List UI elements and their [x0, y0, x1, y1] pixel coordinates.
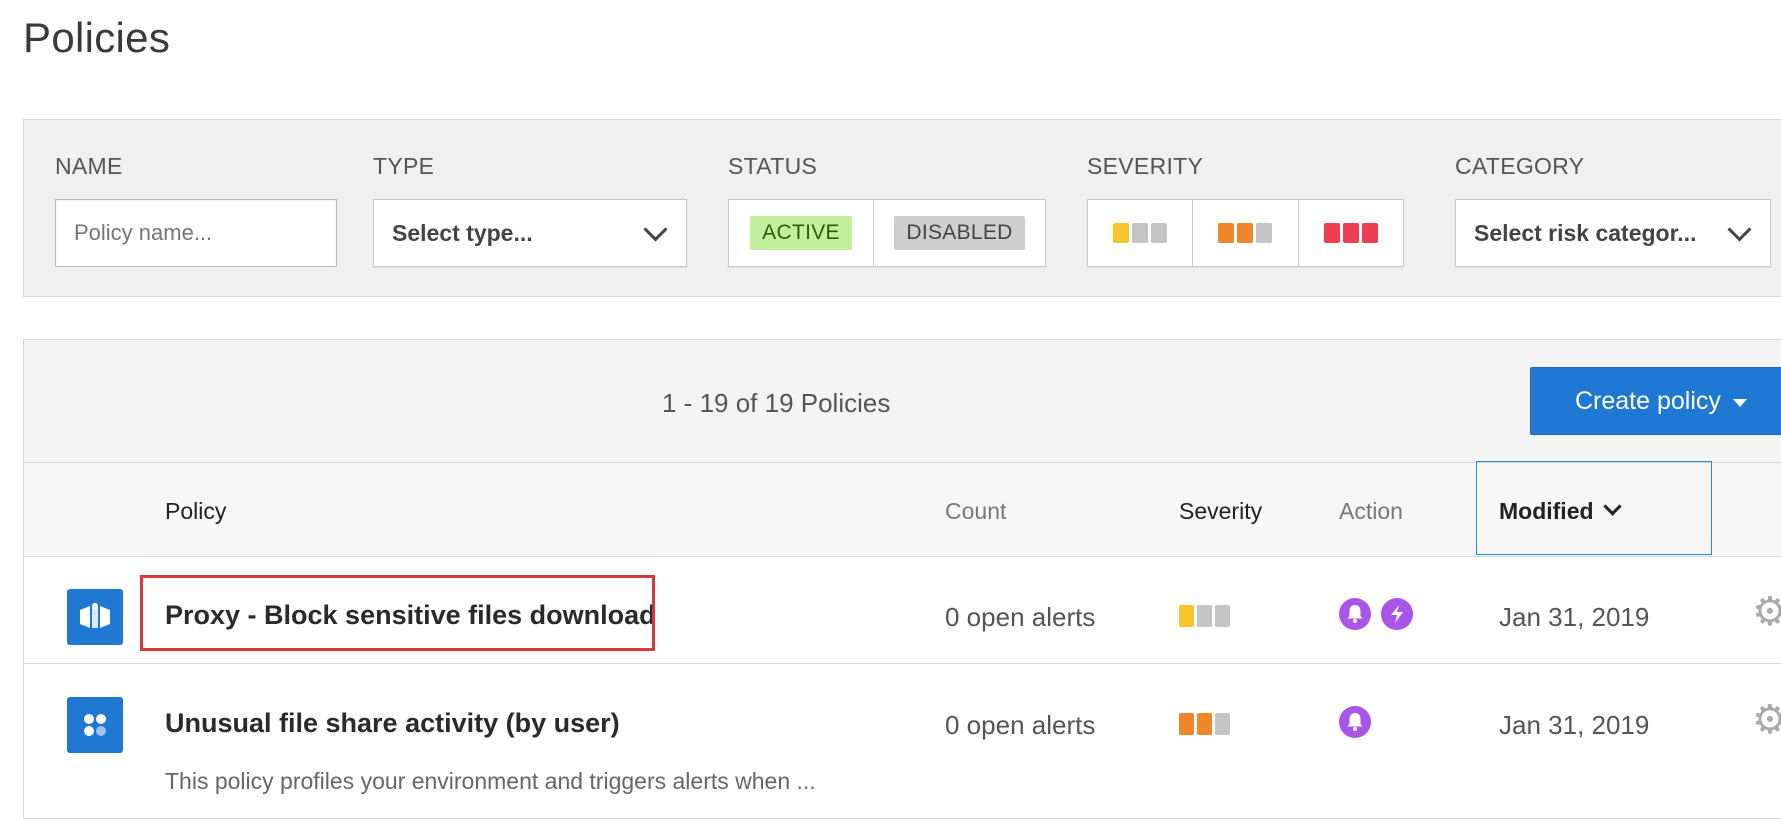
severity-high-toggle[interactable] [1299, 200, 1403, 266]
type-filter-label: TYPE [373, 153, 435, 179]
alert-bell-icon [1339, 706, 1371, 738]
column-count[interactable]: Count [945, 498, 1006, 525]
alert-bell-icon [1339, 598, 1371, 630]
column-severity[interactable]: Severity [1179, 498, 1262, 525]
column-modified[interactable]: Modified [1499, 497, 1622, 525]
type-select-value: Select type... [392, 219, 533, 246]
category-filter-label: CATEGORY [1455, 153, 1585, 179]
category-select-value: Select risk categor... [1474, 219, 1697, 246]
policy-name-input[interactable] [55, 199, 337, 267]
severity-medium-icon [1179, 713, 1230, 735]
severity-low-icon [1179, 605, 1230, 627]
row-divider [24, 663, 1781, 664]
severity-filter-label: SEVERITY [1087, 153, 1204, 179]
create-policy-label: Create policy [1575, 386, 1721, 415]
type-select[interactable]: Select type... [373, 199, 687, 267]
severity-low-toggle[interactable] [1088, 200, 1194, 266]
highlight-box [140, 575, 655, 651]
status-filter-label: STATUS [728, 153, 818, 179]
row-modified-date: Jan 31, 2019 [1499, 602, 1650, 632]
severity-low-icon [1113, 223, 1168, 243]
chevron-down-icon [643, 216, 668, 242]
caret-down-icon [1732, 398, 1747, 407]
severity-high-icon [1323, 223, 1378, 243]
table-toolbar [24, 340, 1781, 463]
severity-toggle-group [1087, 199, 1404, 267]
create-policy-button[interactable]: Create policy [1530, 367, 1781, 435]
status-toggle-group: ACTIVE DISABLED [728, 199, 1046, 267]
disabled-pill: DISABLED [894, 216, 1025, 250]
chevron-down-icon [1727, 216, 1752, 242]
active-pill: ACTIVE [750, 216, 852, 250]
severity-medium-icon [1218, 223, 1273, 243]
policy-name-link[interactable]: Unusual file share activity (by user) [165, 708, 620, 739]
results-count: 1 - 19 of 19 Policies [662, 388, 891, 418]
gear-icon[interactable]: ⚙ [1752, 700, 1781, 740]
page-title: Policies [23, 14, 171, 61]
severity-medium-toggle[interactable] [1193, 200, 1299, 266]
category-select[interactable]: Select risk categor... [1455, 199, 1771, 267]
row-count[interactable]: 0 open alerts [945, 602, 1095, 633]
column-action[interactable]: Action [1339, 498, 1403, 525]
status-disabled-toggle[interactable]: DISABLED [874, 200, 1045, 266]
policy-description: This policy profiles your environment an… [165, 768, 816, 794]
gear-icon[interactable]: ⚙ [1752, 592, 1781, 632]
column-policy[interactable]: Policy [165, 498, 226, 525]
governance-bolt-icon [1381, 598, 1413, 630]
status-active-toggle[interactable]: ACTIVE [729, 200, 874, 266]
sort-desc-chevron-icon [1602, 497, 1622, 516]
row-count[interactable]: 0 open alerts [945, 710, 1095, 741]
column-modified-label: Modified [1499, 498, 1594, 524]
row-modified-date: Jan 31, 2019 [1499, 710, 1650, 740]
anomaly-policy-icon [67, 697, 123, 753]
name-filter-label: NAME [55, 153, 123, 179]
proxy-policy-icon [67, 589, 123, 645]
